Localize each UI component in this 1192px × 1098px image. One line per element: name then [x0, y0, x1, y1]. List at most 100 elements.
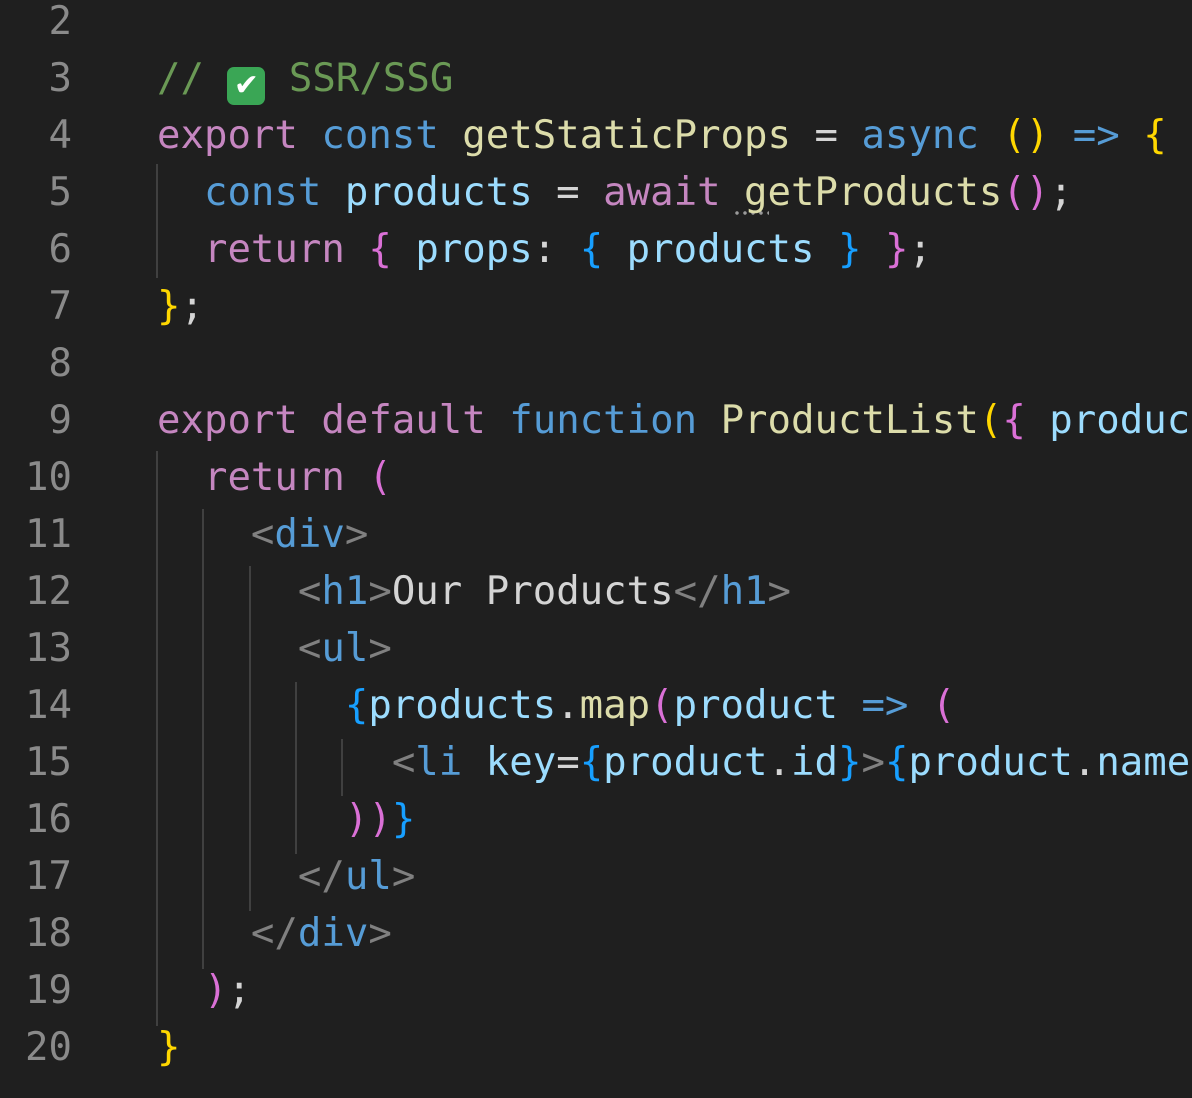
code-token: (: [931, 683, 956, 728]
code-token: </: [250, 911, 298, 956]
code-token: {: [1002, 398, 1026, 443]
code-token: product: [603, 740, 768, 785]
code-line[interactable]: 17 </ul>: [0, 848, 1192, 905]
code-line[interactable]: 16 ))}: [0, 791, 1192, 848]
code-text: return { props: { products } };: [157, 221, 932, 278]
code-text: <div>: [157, 506, 368, 563]
code-token: >: [767, 569, 792, 614]
code-token: =>: [1072, 113, 1120, 158]
code-token: =: [556, 740, 580, 785]
code-token: getStaticProps: [462, 113, 791, 158]
line-number: 11: [25, 512, 72, 557]
code-line[interactable]: 4 export const getStaticProps = async () …: [0, 107, 1192, 164]
code-text: }: [157, 1019, 180, 1076]
code-token: .: [556, 683, 580, 728]
code-line[interactable]: 5 const products = await getProducts();: [0, 164, 1192, 221]
code-editor[interactable]: 2 3 // ✔ SSR/SSG 4 export const getStaticPro…: [0, 0, 1192, 1098]
code-text: <h1>Our Products</h1>: [157, 563, 791, 620]
line-number: 17: [25, 854, 72, 899]
code-line[interactable]: 13 <ul>: [0, 620, 1192, 677]
code-token: key: [485, 740, 557, 785]
code-line[interactable]: 19 );: [0, 962, 1192, 1019]
code-token: h1: [321, 569, 369, 614]
code-text: </ul>: [157, 848, 415, 905]
code-text: ))}: [157, 791, 415, 848]
code-text: {products.map(product => (: [157, 677, 956, 734]
code-line[interactable]: 20}: [0, 1019, 1192, 1076]
code-line[interactable]: 2: [0, 0, 1192, 50]
code-text: };: [157, 278, 204, 335]
line-number: 3: [48, 56, 72, 101]
line-number: 7: [48, 284, 72, 329]
code-token: <: [250, 512, 275, 557]
code-token: ;: [908, 227, 932, 272]
code-token: {: [884, 740, 909, 785]
code-line[interactable]: 6 return { props: { products } };: [0, 221, 1192, 278]
code-line[interactable]: 3 // ✔ SSR/SSG: [0, 50, 1192, 107]
code-token: <: [297, 569, 322, 614]
line-number: 14: [25, 683, 72, 728]
code-line[interactable]: 14 {products.map(product => (: [0, 677, 1192, 734]
code-line[interactable]: 11 <div>: [0, 506, 1192, 563]
code-token: }: [884, 227, 909, 272]
code-token: (): [1002, 170, 1050, 215]
line-number: 5: [48, 170, 72, 215]
code-token: const: [203, 170, 322, 215]
code-token: return: [203, 455, 345, 500]
code-token: product: [908, 740, 1073, 785]
code-token: }: [157, 1025, 181, 1070]
code-line[interactable]: 8: [0, 335, 1192, 392]
code-token: >: [368, 911, 392, 956]
code-token: export: [157, 113, 298, 158]
line-number: 12: [25, 569, 72, 614]
line-number: 13: [25, 626, 72, 671]
code-line[interactable]: 10 return (: [0, 449, 1192, 506]
code-token: //: [157, 56, 228, 101]
line-number: 4: [48, 113, 72, 158]
code-token: >: [391, 854, 416, 899]
code-token: (: [978, 398, 1003, 443]
code-token: </: [297, 854, 345, 899]
code-token: {: [579, 740, 604, 785]
code-text: );: [157, 962, 251, 1019]
code-token: (: [368, 455, 392, 500]
code-token: products: [368, 683, 557, 728]
code-line[interactable]: 12 <h1>Our Products</h1>: [0, 563, 1192, 620]
code-token: export: [157, 398, 298, 443]
code-token: >: [368, 626, 392, 671]
code-token: getProducts: [744, 170, 1003, 215]
code-line[interactable]: 15 <li key={product.id}>{product.name}: [0, 734, 1192, 791]
code-text: const products = await getProducts();: [157, 164, 1073, 221]
code-line[interactable]: 18 </div>: [0, 905, 1192, 962]
code-text: </div>: [157, 905, 392, 962]
code-token: <: [297, 626, 322, 671]
code-token: div: [297, 911, 369, 956]
code-token: }: [837, 227, 862, 272]
code-token: {: [344, 683, 369, 728]
line-number: 16: [25, 797, 72, 842]
code-token: {: [368, 227, 392, 272]
code-line[interactable]: 9 export default function ProductList({ p…: [0, 392, 1192, 449]
code-token: products: [344, 170, 533, 215]
code-line[interactable]: 7};: [0, 278, 1192, 335]
code-token: ul: [321, 626, 369, 671]
code-text: <ul>: [157, 620, 392, 677]
line-number: 15: [25, 740, 72, 785]
code-token: =: [791, 113, 862, 158]
